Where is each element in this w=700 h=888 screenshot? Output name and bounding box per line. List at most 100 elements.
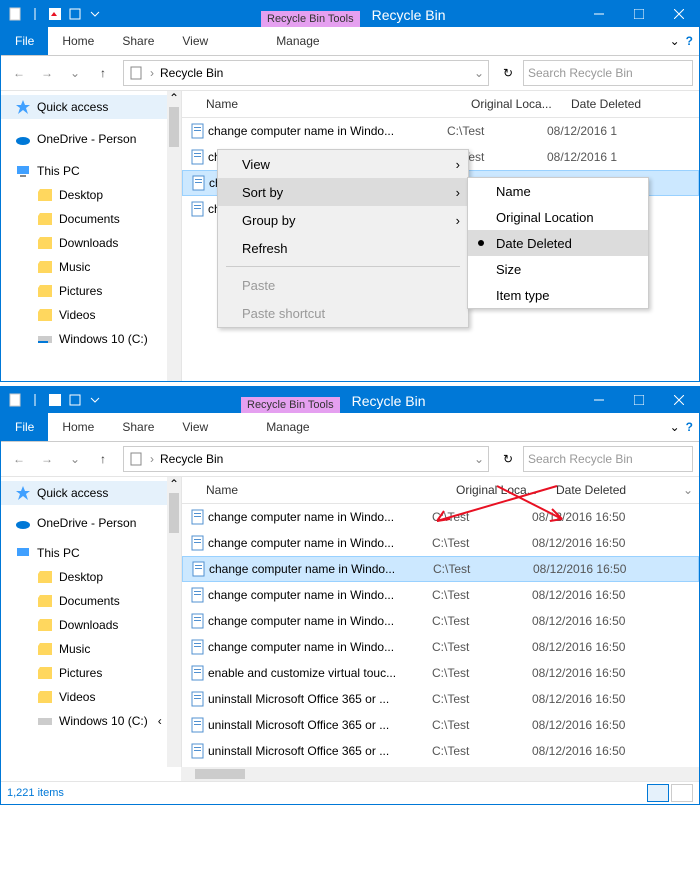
close-button[interactable] xyxy=(659,387,699,413)
c-drive[interactable]: Windows 10 (C:) xyxy=(1,327,181,351)
properties-icon[interactable] xyxy=(47,6,63,22)
minimize-button[interactable] xyxy=(579,387,619,413)
sub-itemtype[interactable]: Item type xyxy=(468,282,648,308)
col-location[interactable]: Original Loca... xyxy=(456,483,556,497)
tab-share[interactable]: Share xyxy=(108,413,168,441)
maximize-button[interactable] xyxy=(619,1,659,27)
pictures[interactable]: Pictures xyxy=(1,661,181,685)
col-date-deleted[interactable]: Date Deleted xyxy=(571,97,699,111)
recent-dropdown[interactable]: ⌄ xyxy=(63,447,87,471)
music[interactable]: Music xyxy=(1,255,181,279)
sub-datedel[interactable]: Date Deleted xyxy=(468,230,648,256)
tab-home[interactable]: Home xyxy=(48,413,108,441)
ctx-refresh[interactable]: Refresh xyxy=(218,234,468,262)
collapse-ribbon-icon[interactable]: ⌄ xyxy=(670,34,680,48)
tab-manage[interactable]: Manage xyxy=(262,27,333,55)
file-tab[interactable]: File xyxy=(1,413,48,441)
downloads[interactable]: Downloads xyxy=(1,613,181,637)
titlebar[interactable]: Recycle Bin Tools Recycle Bin xyxy=(1,1,699,27)
table-row[interactable]: change computer name in Windo...C:\Test0… xyxy=(182,504,699,530)
sidebar-scrollbar[interactable]: ⌃ xyxy=(167,477,181,767)
up-button[interactable]: ↑ xyxy=(91,447,115,471)
help-icon[interactable]: ? xyxy=(686,420,693,434)
onedrive[interactable]: OneDrive - Person xyxy=(1,511,181,535)
address-bar[interactable]: › Recycle Bin ⌄ xyxy=(123,446,489,472)
table-row[interactable]: change computer name in Windo...C:\Test0… xyxy=(182,530,699,556)
table-row[interactable]: uninstall Microsoft Office 365 or ...C:\… xyxy=(182,738,699,764)
onedrive[interactable]: OneDrive - Person xyxy=(1,127,181,151)
breadcrumb[interactable]: Recycle Bin xyxy=(160,66,223,80)
breadcrumb[interactable]: Recycle Bin xyxy=(160,452,223,466)
icons-view-button[interactable] xyxy=(671,784,693,802)
table-row[interactable]: uninstall Microsoft Office 365 or ...C:\… xyxy=(182,686,699,712)
this-pc[interactable]: This PC xyxy=(1,541,181,565)
videos[interactable]: Videos xyxy=(1,685,181,709)
ctx-sortby[interactable]: Sort by› xyxy=(218,178,468,206)
back-button[interactable]: ← xyxy=(7,447,31,471)
table-row[interactable]: change computer name in Windo...C:\Test0… xyxy=(182,634,699,660)
back-button[interactable]: ← xyxy=(7,61,31,85)
pictures[interactable]: Pictures xyxy=(1,279,181,303)
refresh-button[interactable]: ↻ xyxy=(497,62,519,84)
minimize-button[interactable] xyxy=(579,1,619,27)
address-bar[interactable]: › Recycle Bin ⌄ xyxy=(123,60,489,86)
col-location[interactable]: Original Loca... xyxy=(471,97,571,111)
ctx-groupby[interactable]: Group by› xyxy=(218,206,468,234)
table-row[interactable]: enable and customize virtual touc...C:\T… xyxy=(182,660,699,686)
file-tab[interactable]: File xyxy=(1,27,48,55)
maximize-button[interactable] xyxy=(619,387,659,413)
titlebar[interactable]: Recycle Bin Tools Recycle Bin xyxy=(1,387,699,413)
qat-item-icon[interactable] xyxy=(67,6,83,22)
sub-name[interactable]: Name xyxy=(468,178,648,204)
address-dropdown-icon[interactable]: ⌄ xyxy=(474,452,484,466)
quick-access[interactable]: Quick access xyxy=(1,481,181,505)
table-row[interactable]: change computer name in Windo...C:\Test0… xyxy=(182,556,699,582)
details-view-button[interactable] xyxy=(647,784,669,802)
recent-dropdown[interactable]: ⌄ xyxy=(63,61,87,85)
chevron-right-icon[interactable]: › xyxy=(150,66,154,80)
this-pc[interactable]: This PC xyxy=(1,159,181,183)
sub-size[interactable]: Size xyxy=(468,256,648,282)
videos[interactable]: Videos xyxy=(1,303,181,327)
sub-origloc[interactable]: Original Location xyxy=(468,204,648,230)
documents[interactable]: Documents xyxy=(1,589,181,613)
tab-share[interactable]: Share xyxy=(108,27,168,55)
search-input[interactable]: Search Recycle Bin xyxy=(523,60,693,86)
col-name[interactable]: Name xyxy=(182,97,471,111)
list-hscrollbar[interactable] xyxy=(181,767,699,781)
quick-access[interactable]: Quick access xyxy=(1,95,181,119)
help-icon[interactable]: ? xyxy=(686,34,693,48)
ctx-view[interactable]: View› xyxy=(218,150,468,178)
qat-item-icon[interactable] xyxy=(67,392,83,408)
forward-button[interactable]: → xyxy=(35,447,59,471)
collapse-ribbon-icon[interactable]: ⌄ xyxy=(670,420,680,434)
tab-home[interactable]: Home xyxy=(48,27,108,55)
table-row[interactable]: change computer name in Windo...C:\Test0… xyxy=(182,608,699,634)
tab-view[interactable]: View xyxy=(168,413,222,441)
properties-icon[interactable] xyxy=(47,392,63,408)
downloads[interactable]: Downloads xyxy=(1,231,181,255)
c-drive[interactable]: Windows 10 (C:)‹ xyxy=(1,709,181,733)
address-dropdown-icon[interactable]: ⌄ xyxy=(474,66,484,80)
chevron-down-icon[interactable] xyxy=(87,6,103,22)
refresh-button[interactable]: ↻ xyxy=(497,448,519,470)
up-button[interactable]: ↑ xyxy=(91,61,115,85)
music[interactable]: Music xyxy=(1,637,181,661)
chevron-right-icon[interactable]: › xyxy=(150,452,154,466)
forward-button[interactable]: → xyxy=(35,61,59,85)
table-row[interactable]: uninstall Microsoft Office 365 or ...C:\… xyxy=(182,712,699,738)
chevron-down-icon[interactable] xyxy=(87,392,103,408)
documents[interactable]: Documents xyxy=(1,207,181,231)
col-date-deleted[interactable]: Date Deleted xyxy=(556,483,699,497)
table-row[interactable]: change computer name in Windo...C:\Test0… xyxy=(182,582,699,608)
col-chevron-down-icon[interactable]: ⌄ xyxy=(683,483,693,497)
close-button[interactable] xyxy=(659,1,699,27)
desktop[interactable]: Desktop xyxy=(1,183,181,207)
tab-view[interactable]: View xyxy=(168,27,222,55)
tool-tab[interactable]: Recycle Bin Tools xyxy=(241,397,340,413)
col-name[interactable]: Name xyxy=(182,483,456,497)
search-input[interactable]: Search Recycle Bin xyxy=(523,446,693,472)
sidebar-scrollbar[interactable]: ⌃ xyxy=(167,91,181,381)
desktop[interactable]: Desktop xyxy=(1,565,181,589)
table-row[interactable]: change computer name in Windo...C:\Test0… xyxy=(182,118,699,144)
